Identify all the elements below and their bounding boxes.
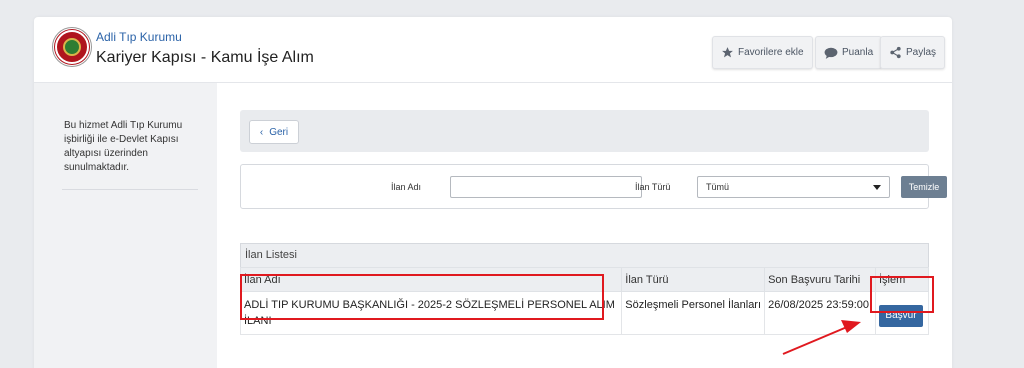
clear-button[interactable]: Temizle [901, 176, 947, 198]
col-header-name: İlan Adı [239, 267, 623, 292]
back-label: Geri [269, 126, 289, 138]
listing-type: Sözleşmeli Personel İlanları [621, 291, 766, 335]
caret-down-icon [873, 185, 881, 190]
col-header-deadline: Son Başvuru Tarihi [764, 267, 876, 292]
back-button[interactable]: ‹ Geri [249, 120, 299, 144]
share-button[interactable]: Paylaş [880, 36, 946, 69]
name-filter-label: İlan Adı [391, 182, 422, 192]
type-filter-value: Tümü [706, 182, 730, 192]
type-filter-label: İlan Türü [635, 182, 671, 192]
org-name[interactable]: Adli Tıp Kurumu [96, 30, 182, 44]
table-caption: İlan Listesi [240, 243, 929, 267]
col-header-action: İşlem [874, 267, 930, 292]
name-filter-input[interactable] [450, 176, 642, 198]
star-icon [722, 47, 733, 58]
col-header-type: İlan Türü [621, 267, 766, 292]
sidebar-divider [62, 189, 198, 190]
red-arrow-icon [782, 320, 861, 355]
header: Adli Tıp Kurumu Kariyer Kapısı - Kamu İş… [34, 17, 952, 83]
listing-action-cell: Başvur [874, 291, 930, 335]
chevron-left-icon: ‹ [259, 126, 264, 138]
listing-name: ADLİ TIP KURUMU BAŞKANLIĞI - 2025-2 SÖZL… [239, 291, 623, 335]
page-title: Kariyer Kapısı - Kamu İşe Alım [96, 49, 314, 66]
rate-label: Puanla [842, 47, 874, 58]
share-label: Paylaş [906, 47, 937, 58]
favorites-label: Favorilere ekle [738, 47, 804, 58]
rate-button[interactable]: Puanla [815, 36, 883, 69]
type-filter-select[interactable]: Tümü [697, 176, 890, 198]
speech-bubble-icon [824, 47, 838, 59]
favorites-button[interactable]: Favorilere ekle [712, 36, 813, 69]
sidebar: Bu hizmet Adli Tıp Kurumu işbirliği ile … [34, 83, 217, 368]
share-icon [890, 46, 901, 59]
sidebar-info-text: Bu hizmet Adli Tıp Kurumu işbirliği ile … [64, 120, 183, 173]
back-panel: ‹ Geri [240, 110, 929, 152]
org-logo [52, 27, 92, 67]
filter-panel: İlan Adı İlan Türü Tümü Temizle [240, 164, 947, 209]
apply-button[interactable]: Başvur [878, 305, 923, 327]
